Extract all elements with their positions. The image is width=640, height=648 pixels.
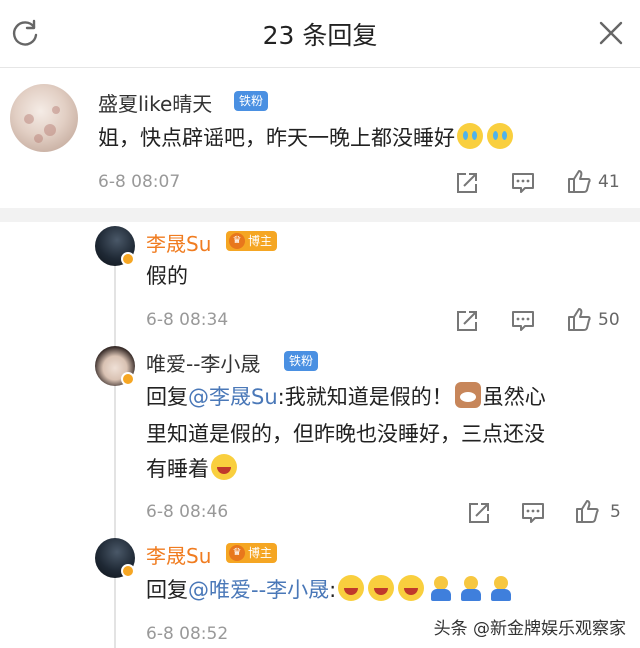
thread-line [114,262,116,648]
section-divider [0,208,640,222]
like-count: 5 [610,502,621,522]
avatar[interactable] [10,84,78,152]
like-icon[interactable] [566,306,592,332]
person-emoji-icon [458,575,484,601]
laugh-cry-emoji-icon [368,575,395,601]
username[interactable]: 李晟Su [146,228,211,257]
header-bar: 23 条回复 [0,0,640,68]
person-emoji-icon [428,575,454,601]
timestamp: 6-8 08:07 [98,172,181,192]
comment-text: 回复@李晟Su:我就知道是假的！ 虽然心 [146,379,546,416]
laugh-cry-emoji-icon [211,454,237,480]
cry-emoji-icon [487,123,513,149]
crown-icon: ♛ [229,233,245,249]
verified-icon [121,372,135,386]
cat-emoji-icon [454,382,481,408]
timestamp: 6-8 08:52 [146,624,229,644]
username[interactable]: 李晟Su [146,540,211,569]
mention-link[interactable]: @唯爱--李小晟 [188,578,329,602]
host-badge: ♛ 博主 [226,543,278,563]
verified-icon [121,252,135,266]
like-icon[interactable] [574,498,600,524]
comment-icon[interactable] [520,500,546,526]
laugh-cry-emoji-icon [338,575,365,601]
timestamp: 6-8 08:46 [146,502,229,522]
comment-text-line: 里知道是假的，但昨晚也没睡好，三点还没 [146,422,545,446]
share-icon[interactable] [466,500,492,526]
person-emoji-icon [488,575,514,601]
host-badge: ♛ 博主 [226,231,278,251]
comment-icon[interactable] [510,308,536,334]
like-count: 50 [598,310,620,330]
laugh-cry-emoji-icon [398,575,425,601]
close-icon[interactable] [598,20,624,46]
comment-text-line: 有睡着 [146,451,239,488]
page-title: 23 条回复 [262,21,378,50]
verified-icon [121,564,135,578]
share-icon[interactable] [454,308,480,334]
comment-text: 姐，快点辟谣吧，昨天一晚上都没睡好 [98,120,515,157]
share-icon[interactable] [454,170,480,196]
crown-icon: ♛ [229,545,245,561]
username[interactable]: 唯爱--李小晟 [146,348,260,377]
watermark: 头条 @新金牌娱乐观察家 [433,619,626,639]
comment-icon[interactable] [510,170,536,196]
fan-badge: 铁粉 [284,351,319,371]
comment-text: 假的 [146,264,188,288]
comment-text: 回复@唯爱--李小晟: [146,572,516,609]
username[interactable]: 盛夏like晴天 [98,88,212,117]
timestamp: 6-8 08:34 [146,310,229,330]
cry-emoji-icon [457,123,483,149]
like-icon[interactable] [566,168,592,194]
like-count: 41 [598,172,620,192]
fan-badge: 铁粉 [234,91,269,111]
mention-link[interactable]: @李晟Su [188,385,278,409]
